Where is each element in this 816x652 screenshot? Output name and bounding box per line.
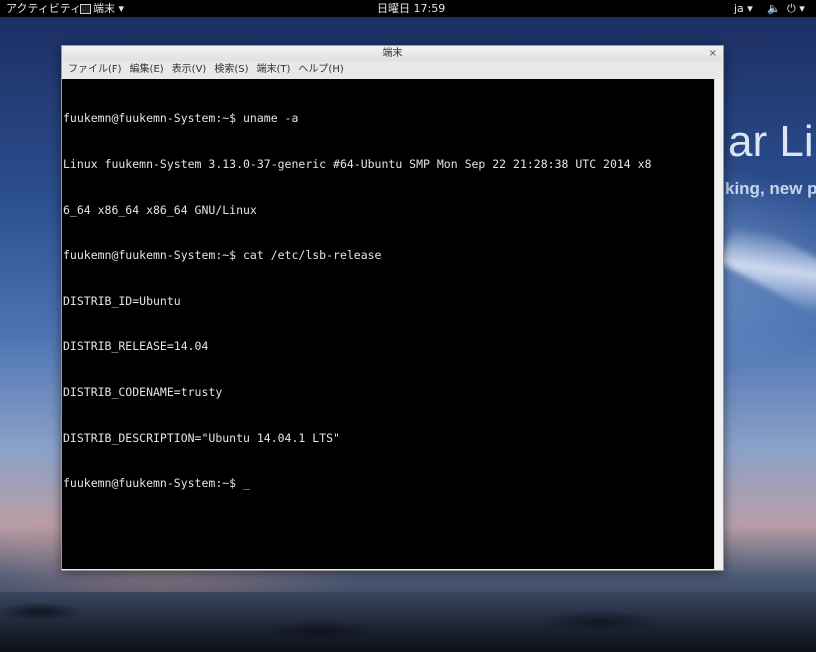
- wallpaper-title-text: ar Lin: [728, 117, 816, 166]
- terminal-line: 6_64 x86_64 x86_64 GNU/Linux: [63, 202, 257, 217]
- window-title: 端末: [382, 48, 403, 59]
- terminal-line: DISTRIB_ID=Ubuntu: [63, 293, 181, 308]
- activities-button[interactable]: アクティビティ: [6, 0, 81, 17]
- menu-terminal[interactable]: 端末(T): [257, 61, 291, 79]
- terminal-line: DISTRIB_DESCRIPTION="Ubuntu 14.04.1 LTS": [63, 430, 340, 445]
- menu-file[interactable]: ファイル(F): [68, 61, 122, 79]
- menu-help[interactable]: ヘルプ(H): [298, 61, 343, 79]
- window-titlebar[interactable]: 端末 ×: [62, 46, 723, 61]
- terminal-line: DISTRIB_CODENAME=trusty: [63, 385, 223, 400]
- terminal-scrollbar[interactable]: [714, 79, 723, 569]
- app-menu-label: 端末 ▾: [93, 2, 125, 15]
- app-menu-button[interactable]: 端末 ▾: [80, 0, 124, 17]
- wallpaper-shoreline: [0, 592, 816, 652]
- top-bar: アクティビティ 端末 ▾ 日曜日 17:59 ja ▾ 🔈 ⏻ ▾: [0, 0, 816, 17]
- terminal-line: DISTRIB_RELEASE=14.04: [63, 339, 209, 354]
- terminal-prompt: fuukemn@fuukemn-System:~$: [63, 476, 244, 491]
- clock-button[interactable]: 日曜日 17:59: [377, 0, 445, 17]
- terminal-lines: fuukemn@fuukemn-System:~$ uname -a Linux…: [63, 81, 652, 522]
- wallpaper-subtitle-text: king, new p: [725, 179, 816, 198]
- close-icon[interactable]: ×: [709, 46, 717, 61]
- terminal-prompt-line: fuukemn@fuukemn-System:~$ _: [63, 476, 652, 491]
- text-cursor: _: [243, 476, 250, 491]
- menu-edit[interactable]: 編集(E): [130, 61, 164, 79]
- terminal-line: fuukemn@fuukemn-System:~$ cat /etc/lsb-r…: [63, 248, 382, 263]
- menu-bar: ファイル(F) 編集(E) 表示(V) 検索(S) 端末(T) ヘルプ(H): [62, 61, 723, 79]
- wallpaper-light-streak: [716, 217, 816, 327]
- terminal-window: 端末 × ファイル(F) 編集(E) 表示(V) 検索(S) 端末(T) ヘルプ…: [61, 45, 724, 571]
- terminal-line: fuukemn@fuukemn-System:~$ uname -a: [63, 111, 299, 126]
- terminal-line: Linux fuukemn-System 3.13.0-37-generic #…: [63, 157, 652, 172]
- terminal-icon: [80, 3, 91, 14]
- menu-view[interactable]: 表示(V): [172, 61, 207, 79]
- menu-search[interactable]: 検索(S): [214, 61, 248, 79]
- terminal-output-area[interactable]: fuukemn@fuukemn-System:~$ uname -a Linux…: [62, 79, 714, 569]
- input-language-button[interactable]: ja ▾: [734, 0, 753, 17]
- speaker-icon[interactable]: 🔈: [767, 0, 781, 17]
- power-menu-button[interactable]: ⏻ ▾: [787, 0, 805, 17]
